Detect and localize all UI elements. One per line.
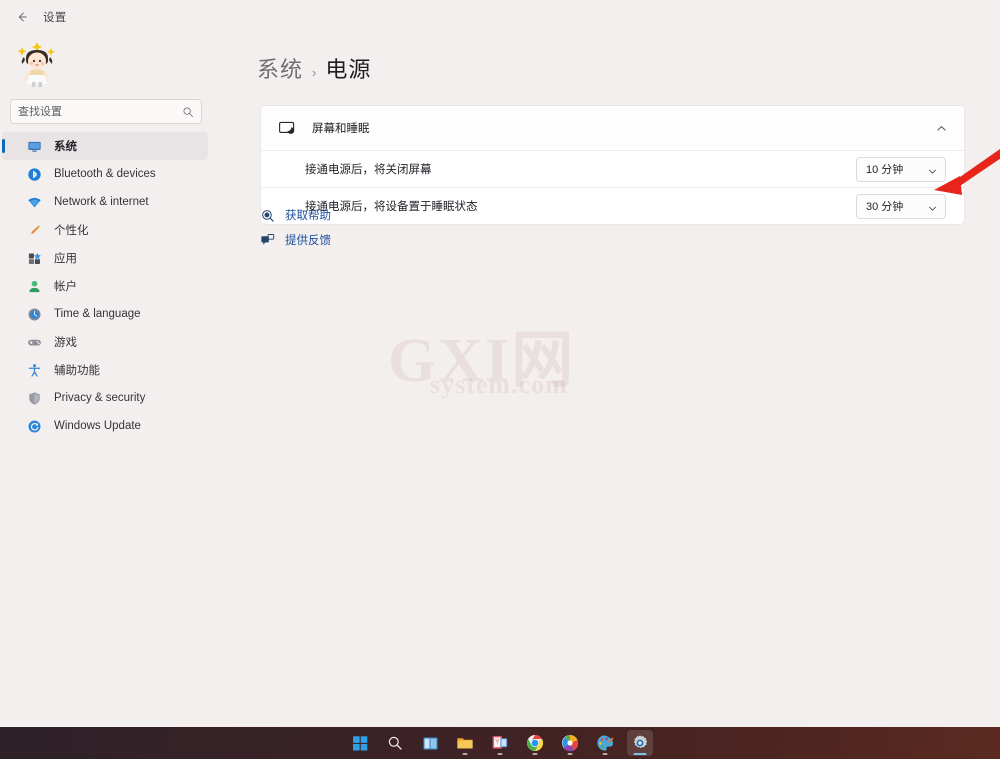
help-icon xyxy=(260,208,275,223)
dropdown-value: 30 分钟 xyxy=(866,201,904,213)
paint-button[interactable] xyxy=(592,730,618,756)
screen-and-sleep-card: 屏幕和睡眠 接通电源后，将关闭屏幕 10 分钟 接通电源后，将设备置于睡眠状态 … xyxy=(260,105,965,225)
sidebar-item-privacy-security[interactable]: Privacy & security xyxy=(2,384,208,412)
sidebar-item-bluetooth-devices[interactable]: Bluetooth & devices xyxy=(2,160,208,188)
sleep-timeout-dropdown[interactable]: 30 分钟 xyxy=(856,193,946,219)
runner-indicator xyxy=(602,753,608,755)
sidebar: 系统 Bluetooth & devices xyxy=(0,34,212,727)
sidebar-item-label: 帐户 xyxy=(54,281,77,293)
taskbar: Y xyxy=(0,727,1000,759)
sidebar-item-label: Time & language xyxy=(54,308,141,320)
setting-row-screen-off: 接通电源后，将关闭屏幕 10 分钟 xyxy=(261,150,964,187)
card-header-screen-sleep[interactable]: 屏幕和睡眠 xyxy=(261,106,964,150)
breadcrumb-separator: › xyxy=(312,65,317,80)
search-box[interactable] xyxy=(10,99,202,124)
main-content: 系统 › 电源 屏幕和睡眠 接通电源后，将关闭屏幕 10 分钟 接通电源后，将设… xyxy=(212,34,1000,727)
sidebar-item-personalization[interactable]: 个性化 xyxy=(2,216,208,244)
sidebar-item-label: 系统 xyxy=(54,141,77,153)
chevron-up-icon[interactable] xyxy=(935,122,948,135)
runner-indicator xyxy=(532,753,538,755)
footer-links: 获取帮助 提供反馈 xyxy=(260,207,331,248)
window-title: 设置 xyxy=(43,12,67,24)
runner-indicator xyxy=(462,753,468,755)
sidebar-item-apps[interactable]: 应用 xyxy=(2,244,208,272)
sidebar-item-label: 应用 xyxy=(54,253,77,265)
dropdown-value: 10 分钟 xyxy=(866,164,904,176)
apps-grid-icon xyxy=(26,250,43,267)
title-bar: 设置 xyxy=(0,0,1000,34)
give-feedback-link[interactable]: 提供反馈 xyxy=(260,232,331,248)
settings-button[interactable] xyxy=(627,730,653,756)
card-header-title: 屏幕和睡眠 xyxy=(312,123,370,135)
shield-icon xyxy=(26,390,43,407)
search-icon xyxy=(388,736,402,750)
task-view-button[interactable] xyxy=(417,730,443,756)
sidebar-item-label: Bluetooth & devices xyxy=(54,168,156,180)
sidebar-nav: 系统 Bluetooth & devices Network & interne… xyxy=(0,132,212,440)
get-help-link[interactable]: 获取帮助 xyxy=(260,207,331,223)
clock-globe-icon xyxy=(26,306,43,323)
start-button[interactable] xyxy=(347,730,373,756)
screen-sleep-icon xyxy=(278,119,296,137)
sidebar-item-gaming[interactable]: 游戏 xyxy=(2,328,208,356)
search-button[interactable] xyxy=(382,730,408,756)
breadcrumb: 系统 › 电源 xyxy=(257,52,371,84)
link-label: 获取帮助 xyxy=(285,210,331,222)
person-icon xyxy=(26,278,43,295)
sidebar-item-windows-update[interactable]: Windows Update xyxy=(2,412,208,440)
chrome-button[interactable] xyxy=(522,730,548,756)
sidebar-item-label: Windows Update xyxy=(54,420,141,432)
runner-indicator xyxy=(497,753,503,755)
row-label: 接通电源后，将关闭屏幕 xyxy=(305,164,432,176)
page-title: 电源 xyxy=(325,57,372,82)
sidebar-item-label: 个性化 xyxy=(54,225,89,237)
gamepad-icon xyxy=(26,334,43,351)
settings-window: 设置 查找设置 系统 Bluetooth & devices Network &… xyxy=(0,0,1000,727)
sidebar-item-time-language[interactable]: Time & language xyxy=(2,300,208,328)
microsoft-store-button[interactable]: Y xyxy=(487,730,513,756)
accessibility-icon xyxy=(26,362,43,379)
sidebar-item-network-internet[interactable]: Network & internet xyxy=(2,188,208,216)
breadcrumb-root[interactable]: 系统 xyxy=(257,52,303,84)
runner-indicator xyxy=(567,753,573,755)
sidebar-item-label: Privacy & security xyxy=(54,392,146,404)
store-icon: Y xyxy=(492,736,508,749)
folder-icon xyxy=(457,738,473,749)
monitor-icon xyxy=(26,138,43,155)
sidebar-item-label: 辅助功能 xyxy=(54,365,100,377)
sidebar-item-accessibility[interactable]: 辅助功能 xyxy=(2,356,208,384)
paintbrush-icon xyxy=(26,222,43,239)
paint-palette-icon xyxy=(597,735,614,751)
user-avatar-image xyxy=(17,42,55,87)
feedback-icon xyxy=(260,233,275,248)
back-arrow-icon xyxy=(18,12,27,22)
sidebar-item-label: 游戏 xyxy=(54,337,77,349)
bluetooth-icon xyxy=(26,166,43,183)
setting-row-sleep: 接通电源后，将设备置于睡眠状态 30 分钟 xyxy=(261,187,964,224)
windows-logo-icon xyxy=(352,735,367,751)
file-explorer-button[interactable] xyxy=(452,730,478,756)
browser-button[interactable] xyxy=(557,730,583,756)
search-icon xyxy=(183,107,193,117)
chevron-down-icon xyxy=(927,201,938,212)
colorful-browser-icon xyxy=(562,735,579,752)
chrome-icon xyxy=(527,735,543,751)
taskbar-items: Y xyxy=(347,730,653,756)
chevron-down-icon xyxy=(927,164,938,175)
avatar[interactable] xyxy=(13,38,61,88)
row-label: 接通电源后，将设备置于睡眠状态 xyxy=(305,201,478,213)
search-input[interactable] xyxy=(18,105,182,118)
gear-icon xyxy=(633,735,648,749)
wifi-icon xyxy=(26,194,43,211)
svg-text:Y: Y xyxy=(495,740,499,746)
update-icon xyxy=(26,418,43,435)
task-view-icon xyxy=(422,737,438,749)
sidebar-item-system[interactable]: 系统 xyxy=(2,132,208,160)
link-label: 提供反馈 xyxy=(285,235,331,247)
screen-off-timeout-dropdown[interactable]: 10 分钟 xyxy=(856,156,946,182)
runner-indicator xyxy=(633,753,647,755)
back-button[interactable] xyxy=(8,4,36,30)
sidebar-item-label: Network & internet xyxy=(54,196,149,208)
sidebar-item-accounts[interactable]: 帐户 xyxy=(2,272,208,300)
